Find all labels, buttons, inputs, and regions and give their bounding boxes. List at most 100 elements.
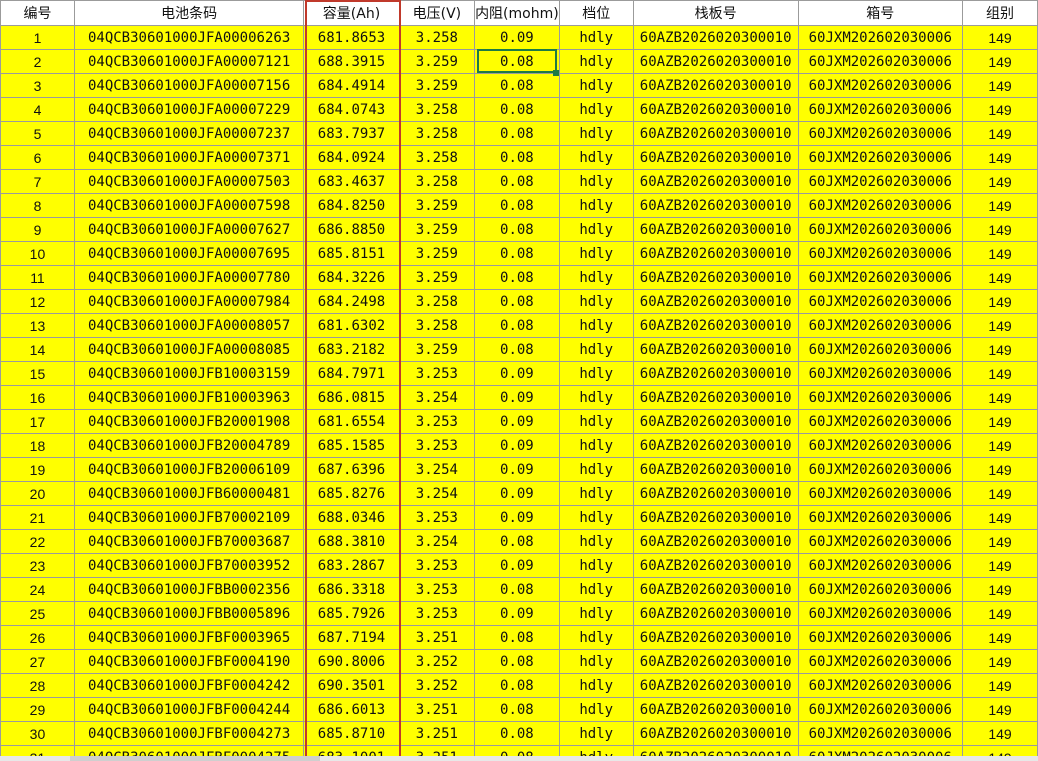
column-header[interactable]: 电压(V) xyxy=(398,0,476,26)
table-cell[interactable]: 60AZB2026020300010 xyxy=(632,601,799,626)
table-cell[interactable]: 149 xyxy=(962,505,1038,530)
table-cell[interactable]: 04QCB30601000JFB20001908 xyxy=(73,409,305,434)
table-cell[interactable]: 04QCB30601000JFA00007156 xyxy=(73,73,305,98)
table-cell[interactable]: 60JXM202602030006 xyxy=(797,721,964,746)
table-cell[interactable]: 0.08 xyxy=(474,193,560,218)
table-cell[interactable]: 60JXM202602030006 xyxy=(797,601,964,626)
table-cell[interactable]: 60JXM202602030006 xyxy=(797,361,964,386)
table-cell[interactable]: 30 xyxy=(0,721,75,746)
table-cell[interactable]: hdly xyxy=(558,385,634,410)
table-cell[interactable]: 149 xyxy=(962,97,1038,122)
table-cell[interactable]: 60AZB2026020300010 xyxy=(632,25,799,50)
table-cell[interactable]: 3.253 xyxy=(398,505,476,530)
table-cell[interactable]: 684.3226 xyxy=(303,265,400,290)
table-cell[interactable]: hdly xyxy=(558,97,634,122)
table-cell[interactable]: 14 xyxy=(0,337,75,362)
table-cell[interactable]: hdly xyxy=(558,121,634,146)
table-cell[interactable]: 60AZB2026020300010 xyxy=(632,289,799,314)
table-cell[interactable]: 3.258 xyxy=(398,97,476,122)
table-cell[interactable]: 3.253 xyxy=(398,433,476,458)
table-cell[interactable]: 686.0815 xyxy=(303,385,400,410)
table-cell[interactable]: 8 xyxy=(0,193,75,218)
table-cell[interactable]: 149 xyxy=(962,697,1038,722)
table-cell[interactable]: 149 xyxy=(962,385,1038,410)
column-header[interactable]: 箱号 xyxy=(797,0,964,26)
table-cell[interactable]: 0.08 xyxy=(474,97,560,122)
table-cell[interactable]: 0.08 xyxy=(474,337,560,362)
table-cell[interactable]: 149 xyxy=(962,361,1038,386)
table-cell[interactable]: 60AZB2026020300010 xyxy=(632,385,799,410)
table-cell[interactable]: 13 xyxy=(0,313,75,338)
table-cell[interactable]: 0.09 xyxy=(474,361,560,386)
table-cell[interactable]: 18 xyxy=(0,433,75,458)
table-cell[interactable]: 3.259 xyxy=(398,49,476,74)
table-cell[interactable]: hdly xyxy=(558,241,634,266)
table-cell[interactable]: 1 xyxy=(0,25,75,50)
table-cell[interactable]: 3.254 xyxy=(398,385,476,410)
table-cell[interactable]: 3.251 xyxy=(398,721,476,746)
column-header[interactable]: 组别 xyxy=(962,0,1038,26)
table-cell[interactable]: 27 xyxy=(0,649,75,674)
table-cell[interactable]: 149 xyxy=(962,169,1038,194)
table-cell[interactable]: 04QCB30601000JFA00007503 xyxy=(73,169,305,194)
table-cell[interactable]: 60JXM202602030006 xyxy=(797,313,964,338)
table-cell[interactable]: 04QCB30601000JFB20004789 xyxy=(73,433,305,458)
column-header[interactable]: 内阻(mohm) xyxy=(474,0,560,26)
table-cell[interactable]: 683.4637 xyxy=(303,169,400,194)
table-cell[interactable]: 60AZB2026020300010 xyxy=(632,697,799,722)
table-cell[interactable]: 0.08 xyxy=(474,121,560,146)
table-cell[interactable]: 5 xyxy=(0,121,75,146)
table-cell[interactable]: 60JXM202602030006 xyxy=(797,625,964,650)
table-cell[interactable]: 684.0743 xyxy=(303,97,400,122)
table-cell[interactable]: hdly xyxy=(558,553,634,578)
table-cell[interactable]: 0.08 xyxy=(474,625,560,650)
table-cell[interactable]: 3.259 xyxy=(398,241,476,266)
table-cell[interactable]: 04QCB30601000JFB10003159 xyxy=(73,361,305,386)
table-cell[interactable]: 686.8850 xyxy=(303,217,400,242)
table-cell[interactable]: 3.259 xyxy=(398,193,476,218)
table-cell[interactable]: 0.08 xyxy=(474,649,560,674)
table-cell[interactable]: 60AZB2026020300010 xyxy=(632,433,799,458)
table-cell[interactable]: 29 xyxy=(0,697,75,722)
table-cell[interactable]: 3.251 xyxy=(398,625,476,650)
table-cell[interactable]: 687.7194 xyxy=(303,625,400,650)
table-cell[interactable]: hdly xyxy=(558,313,634,338)
table-cell[interactable]: 60JXM202602030006 xyxy=(797,409,964,434)
table-cell[interactable]: hdly xyxy=(558,169,634,194)
table-cell[interactable]: 0.08 xyxy=(474,49,560,74)
column-header[interactable]: 栈板号 xyxy=(632,0,799,26)
table-cell[interactable]: hdly xyxy=(558,337,634,362)
table-cell[interactable]: 21 xyxy=(0,505,75,530)
table-cell[interactable]: 3.258 xyxy=(398,25,476,50)
table-cell[interactable]: 60AZB2026020300010 xyxy=(632,505,799,530)
table-cell[interactable]: 149 xyxy=(962,289,1038,314)
table-cell[interactable]: 0.08 xyxy=(474,217,560,242)
table-cell[interactable]: hdly xyxy=(558,193,634,218)
table-cell[interactable]: hdly xyxy=(558,433,634,458)
table-cell[interactable]: 0.08 xyxy=(474,265,560,290)
column-header[interactable]: 电池条码 xyxy=(73,0,305,26)
table-cell[interactable]: 3.252 xyxy=(398,673,476,698)
table-cell[interactable]: 04QCB30601000JFB70002109 xyxy=(73,505,305,530)
table-cell[interactable]: 60JXM202602030006 xyxy=(797,241,964,266)
table-cell[interactable]: 685.8276 xyxy=(303,481,400,506)
table-cell[interactable]: 60AZB2026020300010 xyxy=(632,649,799,674)
table-cell[interactable]: 11 xyxy=(0,265,75,290)
table-cell[interactable]: 3.259 xyxy=(398,217,476,242)
table-cell[interactable]: 04QCB30601000JFBF0004244 xyxy=(73,697,305,722)
table-cell[interactable]: hdly xyxy=(558,649,634,674)
table-cell[interactable]: 04QCB30601000JFB10003963 xyxy=(73,385,305,410)
table-cell[interactable]: 683.7937 xyxy=(303,121,400,146)
table-cell[interactable]: 60JXM202602030006 xyxy=(797,577,964,602)
table-cell[interactable]: 3.258 xyxy=(398,313,476,338)
table-cell[interactable]: 149 xyxy=(962,721,1038,746)
table-cell[interactable]: 685.7926 xyxy=(303,601,400,626)
table-cell[interactable]: 149 xyxy=(962,121,1038,146)
table-cell[interactable]: 60AZB2026020300010 xyxy=(632,553,799,578)
table-cell[interactable]: 684.8250 xyxy=(303,193,400,218)
table-cell[interactable]: 28 xyxy=(0,673,75,698)
table-cell[interactable]: 60AZB2026020300010 xyxy=(632,97,799,122)
table-cell[interactable]: 60AZB2026020300010 xyxy=(632,121,799,146)
table-cell[interactable]: hdly xyxy=(558,721,634,746)
table-cell[interactable]: 04QCB30601000JFBF0003965 xyxy=(73,625,305,650)
